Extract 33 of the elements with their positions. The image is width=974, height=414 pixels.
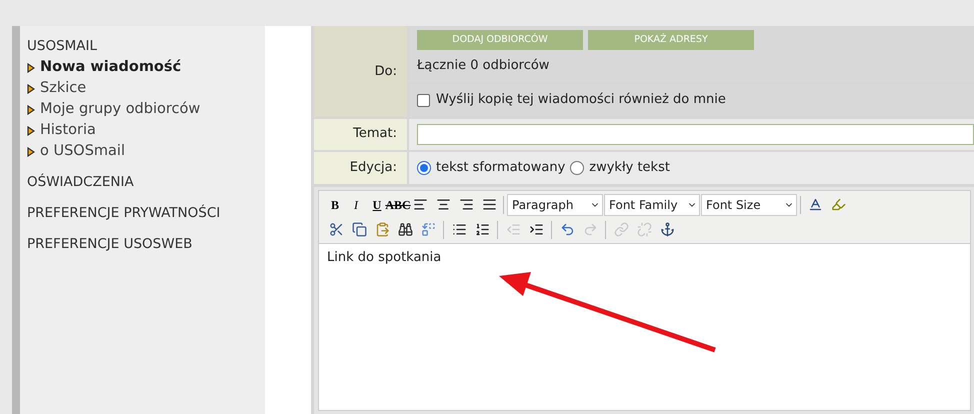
format-dropdown[interactable]: Font Size	[701, 194, 797, 216]
recipient-count: Łącznie 0 odbiorców	[417, 57, 550, 75]
sidebar-link[interactable]: o USOSmail	[40, 141, 125, 162]
format-button[interactable]: ABC	[388, 194, 408, 214]
format-dropdown[interactable]: Font Family	[604, 194, 700, 216]
radio-label: zwykły tekst	[589, 158, 670, 177]
sidebar-link[interactable]: Moje grupy odbiorców	[40, 99, 200, 120]
subject-label: Temat:	[314, 118, 407, 150]
bullet-arrow-icon	[27, 62, 35, 72]
bullet-arrow-icon	[27, 104, 35, 114]
editor-text[interactable]: Link do spotkania	[319, 244, 970, 271]
subject-field[interactable]	[417, 124, 974, 144]
format-dropdown[interactable]: Paragraph	[507, 194, 603, 216]
bullet-arrow-icon	[27, 84, 35, 94]
sidebar-heading[interactable]: OŚWIADCZENIA	[27, 172, 222, 193]
sidebar-link[interactable]: Szkice	[40, 78, 86, 99]
copy-checkbox[interactable]	[417, 94, 430, 106]
sidebar-heading[interactable]: USOSMAIL	[27, 36, 222, 57]
radio-label: tekst sformatowany	[436, 158, 566, 177]
bullet-arrow-icon	[27, 126, 35, 136]
sidebar-link[interactable]: Historia	[40, 120, 96, 141]
format-button[interactable]: I	[346, 194, 366, 214]
copy-label: Wyślij kopię tej wiadomości również do mnie	[436, 91, 726, 110]
sidebar-link[interactable]: Nowa wiadomość	[40, 57, 182, 78]
radio-button[interactable]	[417, 160, 431, 174]
format-button[interactable]: U	[367, 194, 387, 214]
sidebar-heading[interactable]: PREFERENCJE USOSWEB	[27, 234, 222, 255]
bullet-arrow-icon	[27, 146, 35, 156]
sidebar-heading[interactable]: PREFERENCJE PRYWATNOŚCI	[27, 203, 222, 224]
radio-button[interactable]	[570, 160, 584, 174]
edit-label: Edycja:	[314, 152, 407, 184]
format-button[interactable]: B	[325, 194, 345, 214]
to-label: Do:	[314, 26, 407, 116]
